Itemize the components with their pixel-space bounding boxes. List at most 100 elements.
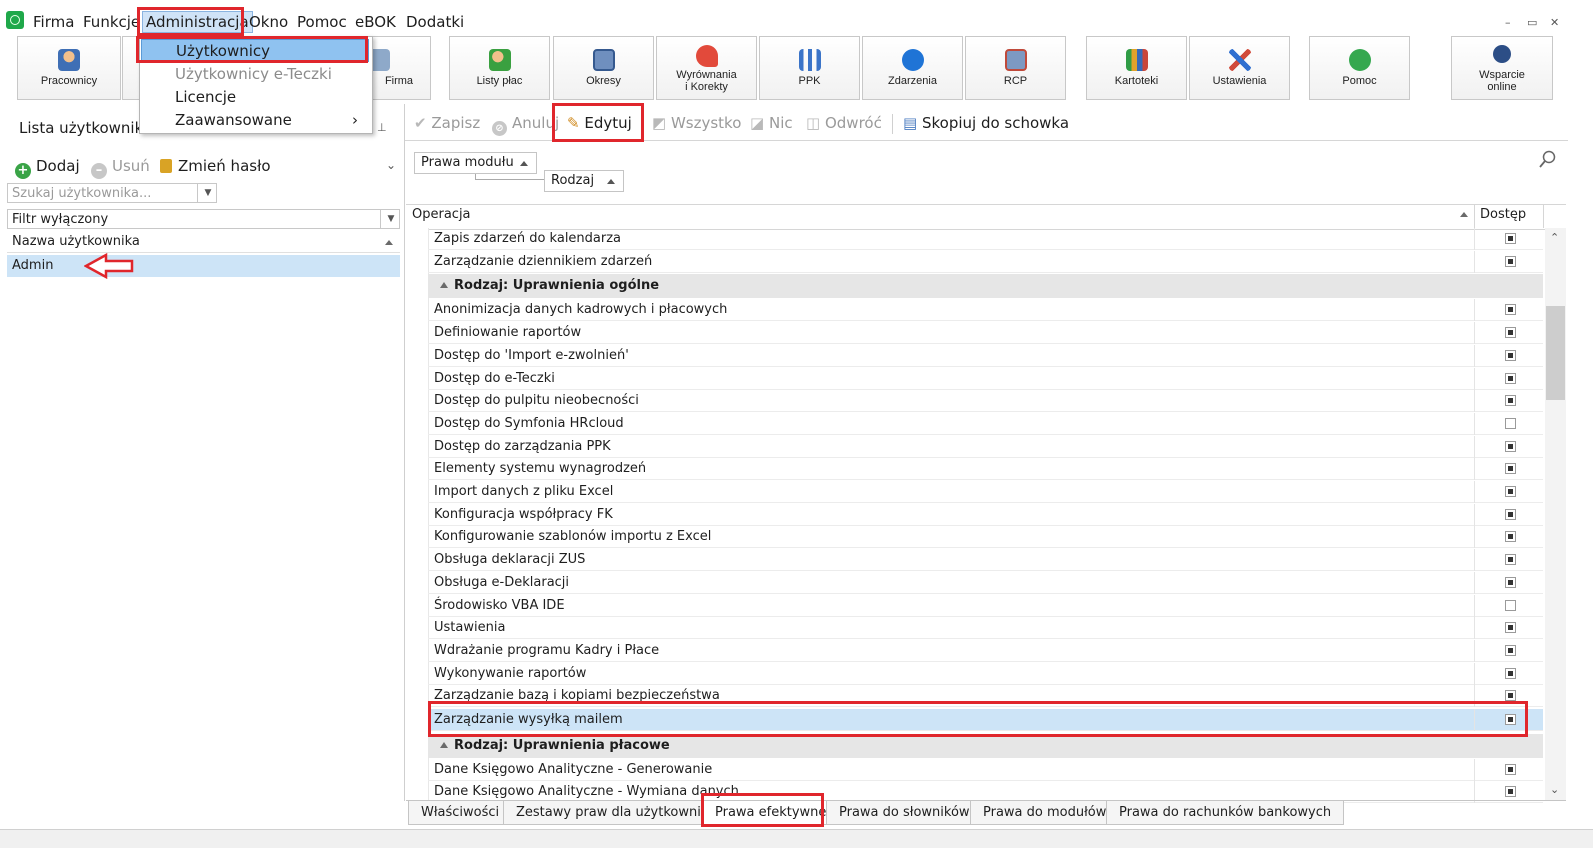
group-by-module-chip[interactable]: Prawa modułu bbox=[414, 152, 537, 174]
permission-row[interactable]: Elementy systemu wynagrodzeń bbox=[428, 458, 1543, 481]
user-search-input[interactable]: Szukaj użytkownika... bbox=[7, 183, 217, 203]
permission-row[interactable]: Ustawienia bbox=[428, 617, 1543, 640]
permission-row[interactable]: Wykonywanie raportów bbox=[428, 662, 1543, 685]
access-checkbox[interactable] bbox=[1505, 440, 1516, 452]
access-checkbox[interactable] bbox=[1505, 690, 1516, 702]
search-dropdown-icon[interactable]: ▼ bbox=[197, 183, 218, 203]
permission-row[interactable]: Środowisko VBA IDE bbox=[428, 594, 1543, 617]
pin-icon[interactable]: ⊥ bbox=[377, 121, 387, 134]
access-checkbox[interactable] bbox=[1505, 304, 1516, 316]
collapse-triangle-icon[interactable] bbox=[440, 741, 448, 748]
group-row[interactable]: Rodzaj: Uprawnienia ogólne bbox=[428, 274, 1543, 299]
menu-okno[interactable]: Okno bbox=[249, 13, 288, 31]
access-checkbox[interactable] bbox=[1505, 531, 1516, 543]
tab-prawa-do-slownikow[interactable]: Prawa do słowników bbox=[826, 801, 983, 825]
dropdown-item-uzytkownicy[interactable]: Użytkownicy bbox=[141, 39, 369, 62]
access-checkbox[interactable] bbox=[1505, 599, 1516, 611]
zdarzenia-button[interactable]: Zdarzenia bbox=[862, 36, 963, 100]
cancel-button[interactable]: ⊘ Anuluj bbox=[492, 114, 559, 136]
scrollbar-thumb[interactable] bbox=[1546, 306, 1565, 400]
scroll-down-icon[interactable]: ⌄ bbox=[1550, 783, 1559, 796]
select-all-button[interactable]: ◩ Wszystko bbox=[652, 114, 741, 132]
column-header-operation[interactable]: Operacja bbox=[412, 206, 471, 224]
kartoteki-button[interactable]: Kartoteki bbox=[1086, 36, 1187, 100]
permission-row[interactable]: Wdrażanie programu Kadry i Płace bbox=[428, 639, 1543, 662]
permission-row[interactable]: Definiowanie raportów bbox=[428, 322, 1543, 345]
permission-row[interactable]: Zarządzanie dziennikiem zdarzeń bbox=[428, 250, 1543, 273]
access-checkbox[interactable] bbox=[1505, 395, 1516, 407]
permission-row[interactable]: Dostęp do 'Import e-zwolnień' bbox=[428, 344, 1543, 367]
access-checkbox[interactable] bbox=[1505, 644, 1516, 656]
permission-row[interactable]: Obsługa deklaracji ZUS bbox=[428, 549, 1543, 572]
permission-row[interactable]: Dostęp do e-Teczki bbox=[428, 367, 1543, 390]
tab-prawa-do-rachunkow[interactable]: Prawa do rachunków bankowych bbox=[1106, 801, 1345, 825]
group-row[interactable]: Rodzaj: Uprawnienia płacowe bbox=[428, 733, 1543, 758]
menu-firma[interactable]: Firma bbox=[33, 13, 74, 31]
scroll-up-icon[interactable]: ⌃ bbox=[1550, 231, 1559, 244]
user-filter-select[interactable]: Filtr wyłączony bbox=[7, 209, 400, 229]
restore-icon[interactable]: ▭ bbox=[1527, 16, 1537, 29]
access-checkbox[interactable] bbox=[1505, 763, 1516, 775]
wyrownania-button[interactable]: Wyrównania i Korekty bbox=[656, 36, 757, 100]
access-checkbox[interactable] bbox=[1505, 233, 1516, 244]
access-checkbox[interactable] bbox=[1505, 667, 1516, 679]
menu-funkcje[interactable]: Funkcje bbox=[83, 13, 140, 31]
permission-row[interactable]: Konfiguracja współpracy FK bbox=[428, 503, 1543, 526]
access-checkbox[interactable] bbox=[1505, 576, 1516, 588]
menu-pomoc[interactable]: Pomoc bbox=[297, 13, 347, 31]
access-checkbox[interactable] bbox=[1505, 463, 1516, 475]
pomoc-button[interactable]: Pomoc bbox=[1309, 36, 1410, 100]
access-checkbox[interactable] bbox=[1505, 417, 1516, 429]
permission-row[interactable]: Dostęp do zarządzania PPK bbox=[428, 435, 1543, 458]
permission-row[interactable]: Konfigurowanie szablonów importu z Excel bbox=[428, 526, 1543, 549]
permission-row[interactable]: Anonimizacja danych kadrowych i płacowyc… bbox=[428, 299, 1543, 322]
access-checkbox[interactable] bbox=[1505, 786, 1516, 798]
group-by-kind-chip[interactable]: Rodzaj bbox=[544, 170, 624, 192]
dropdown-item-licencje[interactable]: Licencje bbox=[141, 86, 369, 109]
save-button[interactable]: ✔ Zapisz bbox=[414, 114, 480, 132]
access-checkbox[interactable] bbox=[1505, 372, 1516, 384]
access-checkbox[interactable] bbox=[1505, 486, 1516, 497]
permission-row[interactable]: Dane Księgowo Analityczne - Generowanie bbox=[428, 758, 1543, 781]
change-password-button[interactable]: Zmień hasło bbox=[160, 156, 271, 176]
ustawienia-button[interactable]: Ustawienia bbox=[1189, 36, 1290, 100]
access-checkbox[interactable] bbox=[1505, 349, 1516, 361]
tab-wlasciwosci[interactable]: Właściwości bbox=[408, 801, 513, 825]
access-checkbox[interactable] bbox=[1505, 622, 1516, 634]
search-icon[interactable] bbox=[1538, 150, 1558, 170]
okresy-button[interactable]: Okresy bbox=[553, 36, 654, 100]
access-checkbox[interactable] bbox=[1505, 554, 1516, 566]
access-checkbox[interactable] bbox=[1505, 508, 1516, 520]
minimize-icon[interactable]: – bbox=[1505, 16, 1511, 29]
filter-dropdown-icon[interactable]: ▼ bbox=[380, 209, 401, 229]
rcp-button[interactable]: RCP bbox=[965, 36, 1066, 100]
permission-row[interactable]: Dostęp do Symfonia HRcloud bbox=[428, 412, 1543, 435]
collapse-triangle-icon[interactable] bbox=[440, 282, 448, 289]
column-header-username[interactable]: Nazwa użytkownika bbox=[7, 231, 400, 253]
dropdown-item-uzytkownicy-eteczki[interactable]: Użytkownicy e-Teczki bbox=[141, 63, 369, 86]
edit-button[interactable]: ✎ Edytuj bbox=[567, 114, 632, 132]
tab-zestawy-praw[interactable]: Zestawy praw dla użytkownika bbox=[503, 801, 730, 825]
user-row-admin[interactable]: Admin bbox=[7, 255, 400, 277]
listy-plac-button[interactable]: Listy płac bbox=[449, 36, 550, 100]
permission-row[interactable]: Zarządzanie bazą i kopiami bezpieczeństw… bbox=[428, 685, 1543, 708]
chevron-down-icon[interactable]: ⌄ bbox=[386, 158, 396, 172]
invert-button[interactable]: ◫ Odwróć bbox=[806, 114, 882, 132]
ppk-button[interactable]: PPK bbox=[759, 36, 860, 100]
menu-dodatki[interactable]: Dodatki bbox=[406, 13, 464, 31]
add-user-button[interactable]: + Dodaj bbox=[15, 156, 80, 179]
close-icon[interactable]: ✕ bbox=[1550, 16, 1559, 29]
tab-prawa-efektywne[interactable]: Prawa efektywne bbox=[702, 801, 840, 825]
access-checkbox[interactable] bbox=[1505, 327, 1516, 339]
permission-row[interactable]: Import danych z pliku Excel bbox=[428, 481, 1543, 503]
select-none-button[interactable]: ◪ Nic bbox=[750, 114, 793, 132]
menu-administracja[interactable]: Administracja bbox=[142, 11, 253, 33]
permission-row[interactable]: Dostęp do pulpitu nieobecności bbox=[428, 390, 1543, 413]
copy-to-clipboard-button[interactable]: ▤ Skopiuj do schowka bbox=[903, 114, 1069, 132]
menu-ebok[interactable]: eBOK bbox=[355, 13, 396, 31]
access-checkbox[interactable] bbox=[1505, 255, 1516, 267]
permission-row[interactable]: Obsługa e-Deklaracji bbox=[428, 571, 1543, 594]
dropdown-item-zaawansowane[interactable]: Zaawansowane bbox=[141, 109, 369, 132]
access-checkbox[interactable] bbox=[1505, 714, 1516, 725]
column-header-access[interactable]: Dostęp bbox=[1480, 206, 1526, 224]
